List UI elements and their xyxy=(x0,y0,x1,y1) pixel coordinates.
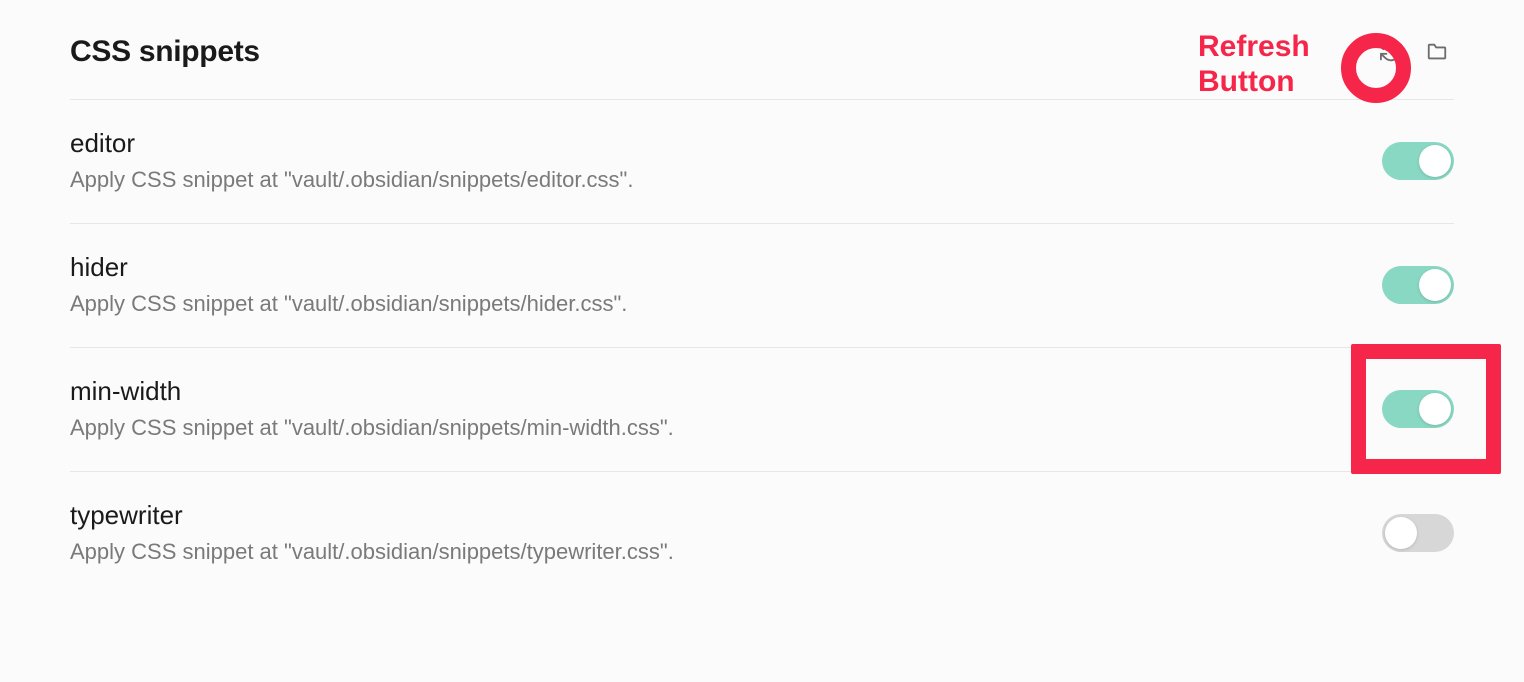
snippet-description: Apply CSS snippet at "vault/.obsidian/sn… xyxy=(70,167,1382,193)
snippet-info: typewriter Apply CSS snippet at "vault/.o… xyxy=(70,500,1382,565)
snippet-row: editor Apply CSS snippet at "vault/.obsid… xyxy=(70,100,1454,224)
snippet-row: min-width Apply CSS snippet at "vault/.ob… xyxy=(70,348,1454,472)
toggle-knob xyxy=(1419,393,1451,425)
snippet-name: hider xyxy=(70,252,1382,283)
snippet-name: typewriter xyxy=(70,500,1382,531)
snippet-list: editor Apply CSS snippet at "vault/.obsid… xyxy=(70,100,1454,595)
open-folder-button[interactable] xyxy=(1420,35,1454,69)
section-title: CSS snippets xyxy=(70,35,260,69)
toggle-knob xyxy=(1419,269,1451,301)
snippet-row: typewriter Apply CSS snippet at "vault/.o… xyxy=(70,472,1454,595)
snippet-toggle[interactable] xyxy=(1382,266,1454,304)
snippet-name: min-width xyxy=(70,376,1382,407)
snippet-toggle[interactable] xyxy=(1382,514,1454,552)
snippet-info: hider Apply CSS snippet at "vault/.obsidi… xyxy=(70,252,1382,317)
snippet-toggle[interactable] xyxy=(1382,390,1454,428)
snippet-description: Apply CSS snippet at "vault/.obsidian/sn… xyxy=(70,539,1382,565)
toggle-knob xyxy=(1419,145,1451,177)
css-snippets-section: CSS snippets editor Apply CSS snippet at … xyxy=(0,0,1524,595)
toggle-knob xyxy=(1385,517,1417,549)
snippet-info: editor Apply CSS snippet at "vault/.obsid… xyxy=(70,128,1382,193)
header-actions xyxy=(1374,35,1454,69)
snippet-row: hider Apply CSS snippet at "vault/.obsidi… xyxy=(70,224,1454,348)
refresh-icon xyxy=(1380,41,1402,63)
folder-icon xyxy=(1426,41,1448,63)
refresh-button[interactable] xyxy=(1374,35,1408,69)
snippet-description: Apply CSS snippet at "vault/.obsidian/sn… xyxy=(70,415,1382,441)
snippet-name: editor xyxy=(70,128,1382,159)
snippet-info: min-width Apply CSS snippet at "vault/.ob… xyxy=(70,376,1382,441)
snippet-toggle[interactable] xyxy=(1382,142,1454,180)
snippet-description: Apply CSS snippet at "vault/.obsidian/sn… xyxy=(70,291,1382,317)
section-header: CSS snippets xyxy=(70,35,1454,100)
